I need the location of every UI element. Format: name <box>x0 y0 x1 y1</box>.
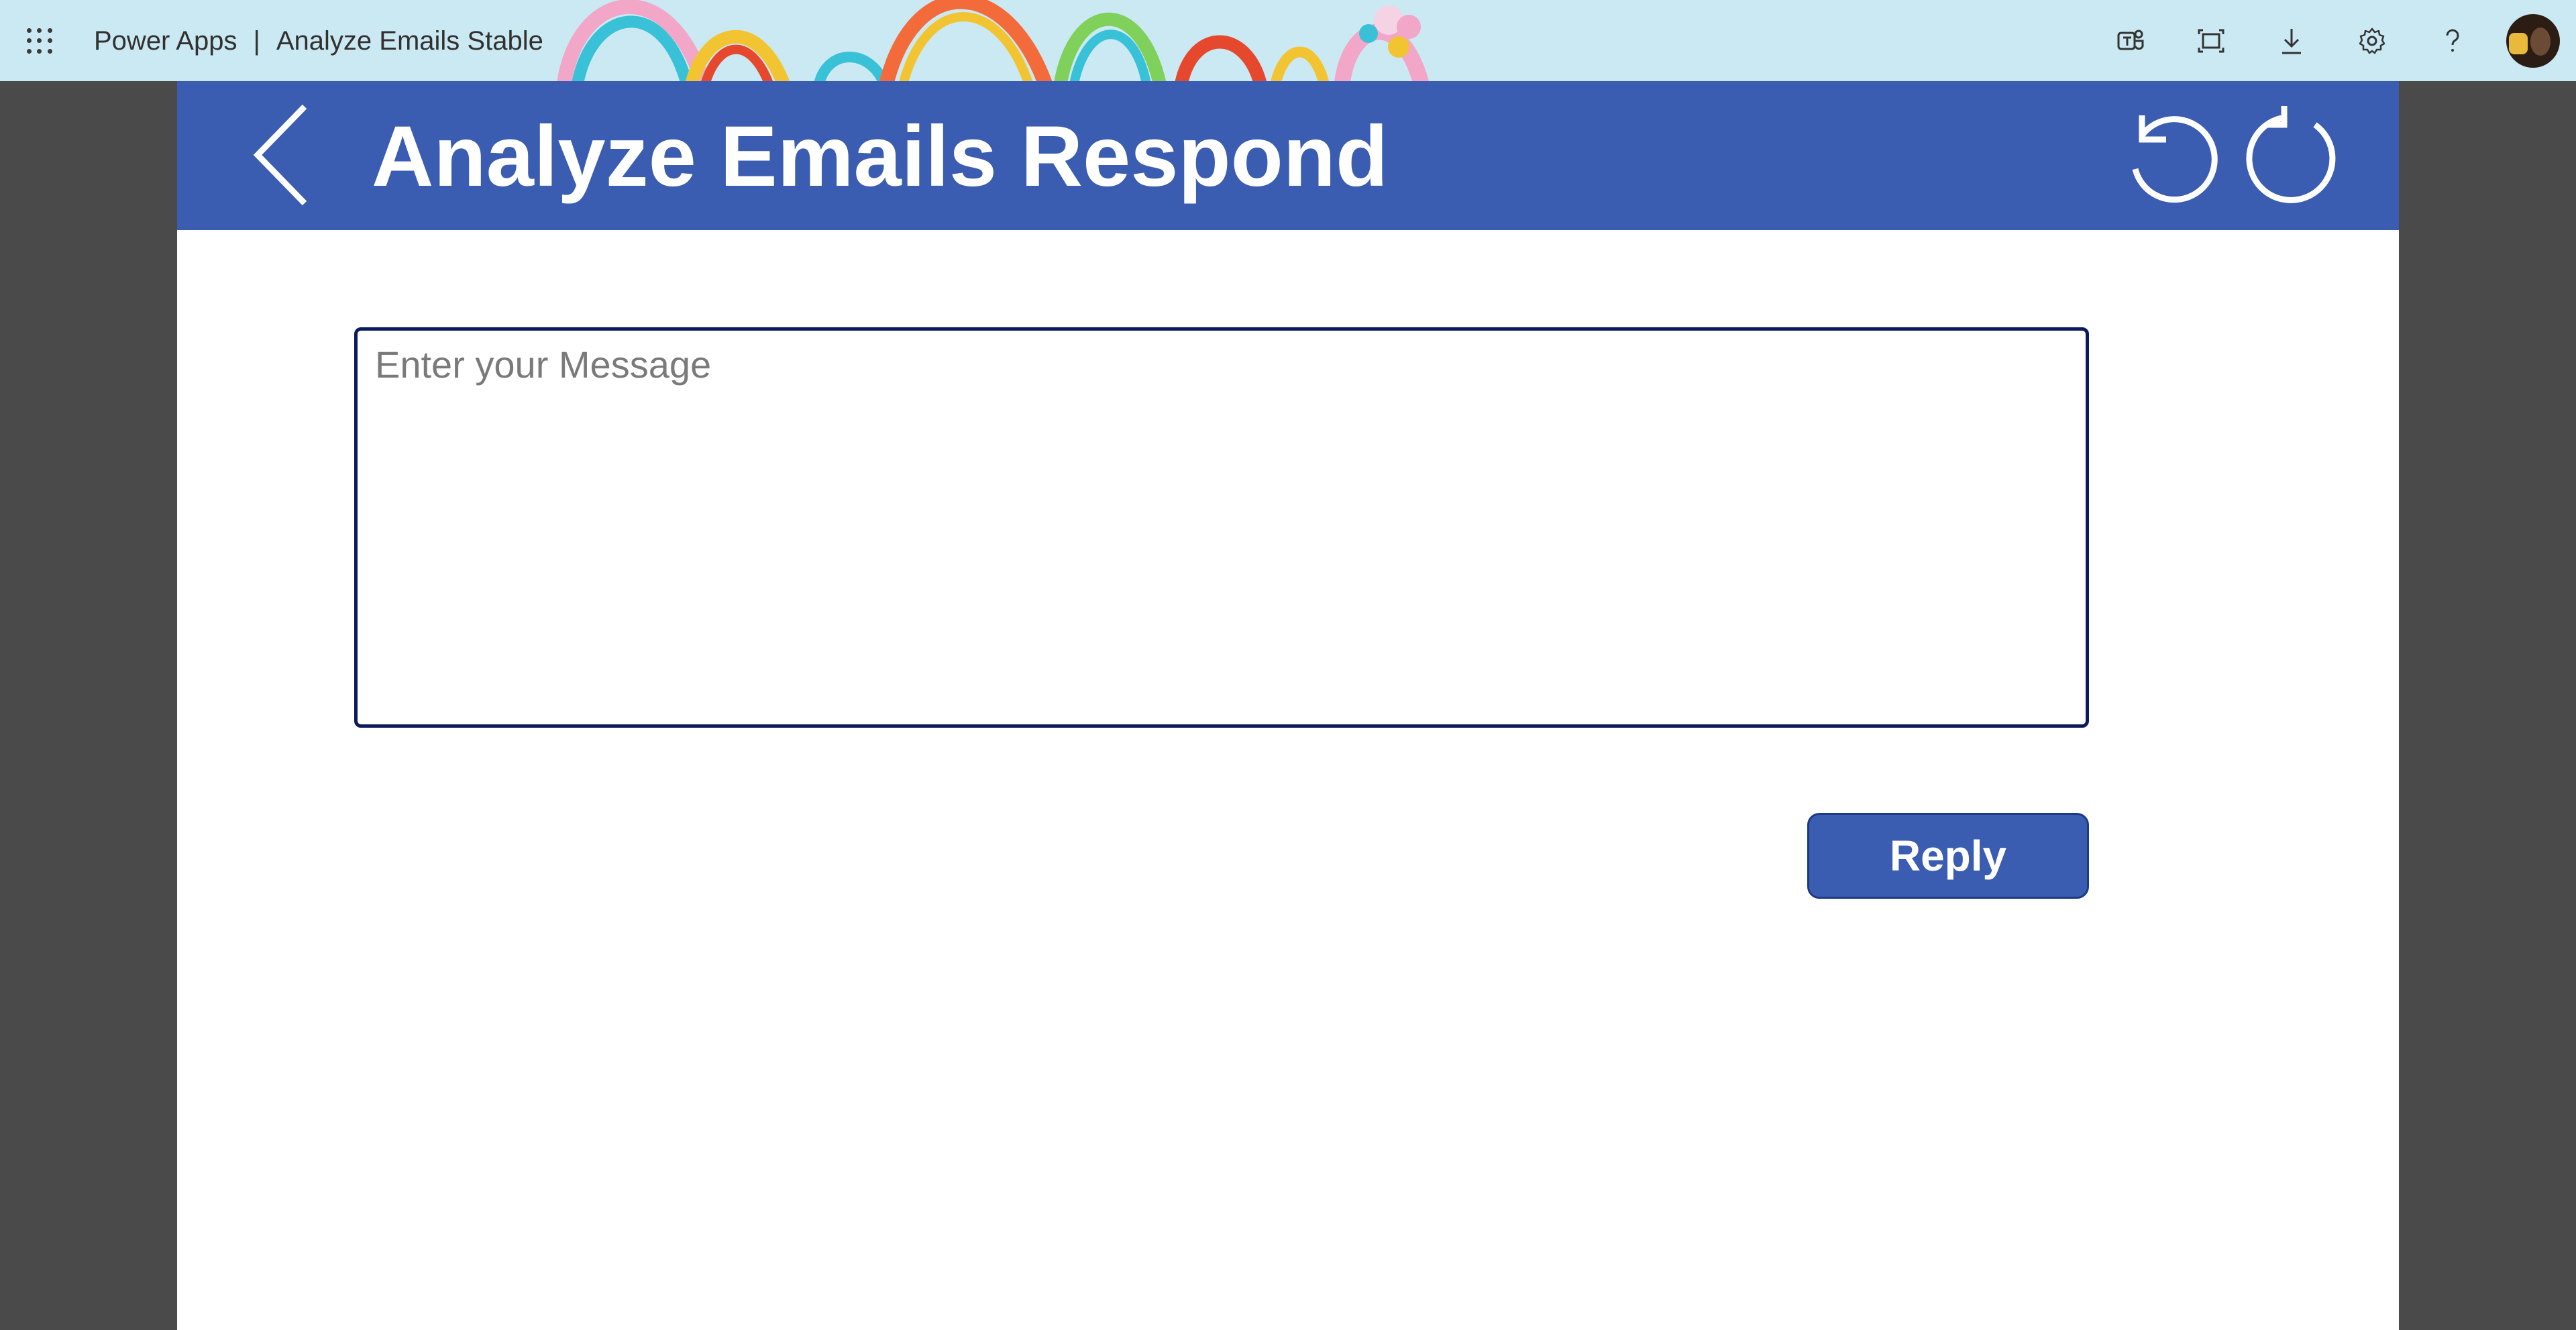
suite-actions <box>2090 0 2576 81</box>
app-launcher-icon[interactable] <box>24 25 55 56</box>
app-header: Analyze Emails Respond <box>177 81 2399 230</box>
back-arrow-icon[interactable] <box>244 101 318 209</box>
settings-icon[interactable] <box>2332 0 2412 81</box>
download-icon[interactable] <box>2251 0 2332 81</box>
app-name: Analyze Emails Stable <box>276 25 543 56</box>
message-input[interactable] <box>354 327 2089 728</box>
suite-bar: Power Apps | Analyze Emails Stable <box>0 0 2576 81</box>
undo-icon[interactable] <box>2112 99 2226 213</box>
help-icon[interactable] <box>2412 0 2493 81</box>
teams-icon[interactable] <box>2090 0 2171 81</box>
refresh-icon[interactable] <box>2237 99 2351 213</box>
title-separator: | <box>253 25 260 56</box>
user-avatar[interactable] <box>2506 13 2560 68</box>
page-title: Analyze Emails Respond <box>372 109 1389 205</box>
fit-to-screen-icon[interactable] <box>2171 0 2251 81</box>
suite-banner-art <box>557 0 1429 81</box>
app-canvas: Analyze Emails Respond Reply <box>177 81 2399 1330</box>
reply-button[interactable]: Reply <box>1807 813 2089 899</box>
product-name: Power Apps <box>94 25 237 56</box>
suite-title: Power Apps | Analyze Emails Stable <box>94 24 543 58</box>
